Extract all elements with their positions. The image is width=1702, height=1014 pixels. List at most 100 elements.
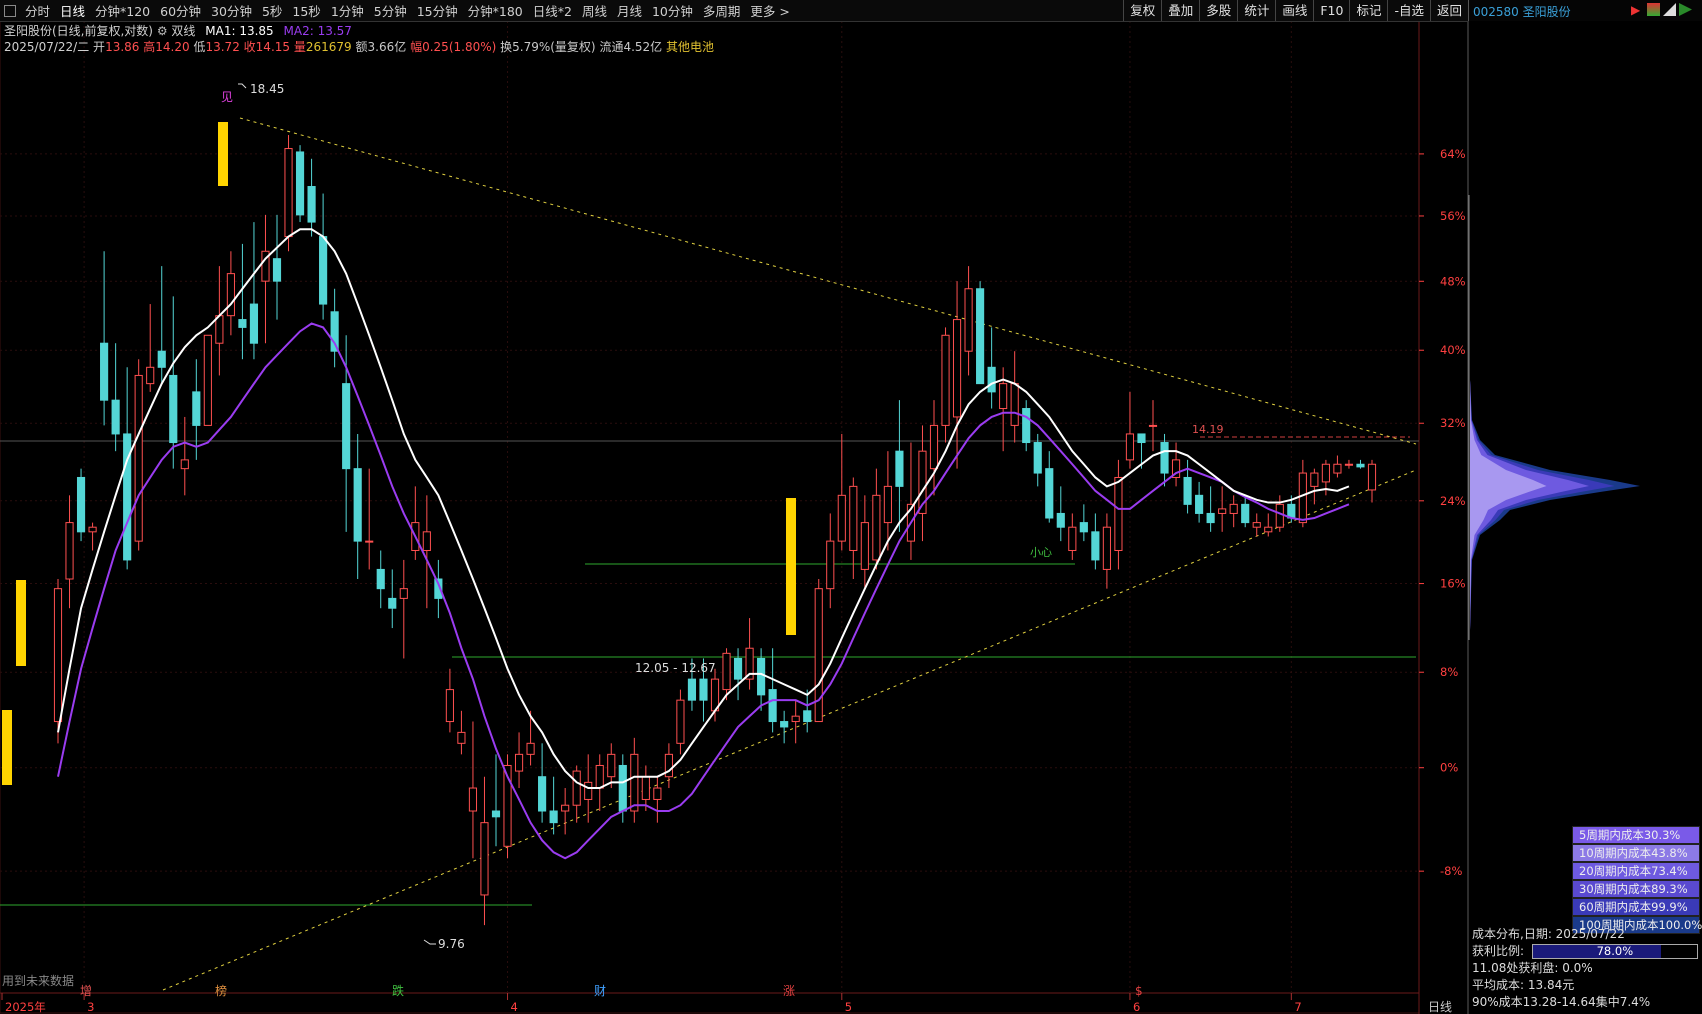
candle-body[interactable]	[1321, 463, 1330, 483]
toolbar-icon-square[interactable]	[4, 4, 16, 17]
toolbar-button-3[interactable]: 统计	[1237, 0, 1275, 21]
candle-body[interactable]	[1241, 503, 1250, 524]
candle-body[interactable]	[1183, 476, 1192, 505]
candle-body[interactable]	[76, 476, 86, 533]
candle-body[interactable]	[1356, 463, 1365, 468]
candle-body[interactable]	[307, 186, 316, 223]
candle-body[interactable]	[1344, 463, 1354, 466]
candle-body[interactable]	[803, 710, 812, 723]
candle-body[interactable]	[1125, 433, 1135, 461]
candle-body[interactable]	[929, 424, 939, 470]
tab-8[interactable]: 5分钟	[369, 1, 412, 20]
candle-body[interactable]	[1275, 503, 1284, 528]
candle-body[interactable]	[572, 770, 581, 806]
play-icon[interactable]	[1679, 3, 1692, 16]
tab-3[interactable]: 60分钟	[155, 1, 206, 20]
candle-body[interactable]	[687, 678, 697, 701]
ticker-box[interactable]: 002580 圣阳股份 ▶	[1468, 0, 1702, 21]
candle-body[interactable]	[468, 787, 478, 812]
candle-body[interactable]	[1033, 442, 1042, 474]
candle-body[interactable]	[976, 288, 985, 385]
candle-body[interactable]	[1091, 531, 1100, 561]
candle-body[interactable]	[791, 715, 800, 723]
tab-16[interactable]: 更多 >	[745, 1, 794, 20]
candle-body[interactable]	[1367, 463, 1377, 491]
candle-body[interactable]	[999, 383, 1008, 410]
event-marker[interactable]: 跌	[392, 983, 404, 998]
tab-0[interactable]: 分时	[20, 1, 55, 20]
candle-body[interactable]	[319, 236, 328, 305]
candle-body[interactable]	[342, 383, 351, 470]
toolbar-button-6[interactable]: 标记	[1349, 0, 1387, 21]
candle-body[interactable]	[1229, 503, 1238, 514]
candle-body[interactable]	[561, 804, 570, 812]
candle-body[interactable]	[1079, 522, 1088, 533]
tab-7[interactable]: 1分钟	[326, 1, 369, 20]
candle-body[interactable]	[757, 657, 766, 696]
candle-body[interactable]	[872, 494, 881, 561]
candle-body[interactable]	[226, 273, 235, 317]
candle-body[interactable]	[768, 689, 777, 723]
candle-body[interactable]	[860, 522, 869, 570]
tab-5[interactable]: 5秒	[257, 1, 287, 20]
candle-body[interactable]	[180, 459, 189, 470]
candle-body[interactable]	[584, 781, 593, 800]
candle-body[interactable]	[676, 699, 685, 744]
candle-body[interactable]	[1137, 433, 1146, 444]
candle-body[interactable]	[641, 776, 650, 800]
candle-body[interactable]	[146, 366, 155, 385]
tab-1[interactable]: 日线	[55, 1, 90, 20]
candle-body[interactable]	[249, 303, 259, 344]
tab-4[interactable]: 30分钟	[206, 1, 257, 20]
candle-body[interactable]	[215, 315, 224, 344]
tab-12[interactable]: 周线	[577, 1, 612, 20]
candle-body[interactable]	[722, 652, 731, 691]
candle-body[interactable]	[1022, 408, 1031, 444]
candle-body[interactable]	[1148, 424, 1158, 427]
candle-body[interactable]	[203, 334, 212, 426]
candle-body[interactable]	[399, 588, 408, 599]
candle-body[interactable]	[1195, 494, 1204, 514]
tab-15[interactable]: 多周期	[698, 1, 746, 20]
candle-body[interactable]	[353, 468, 362, 542]
candle-body[interactable]	[238, 319, 247, 328]
tab-13[interactable]: 月线	[612, 1, 647, 20]
event-marker[interactable]: 涨	[783, 983, 795, 998]
candle-body[interactable]	[964, 288, 973, 352]
tab-9[interactable]: 15分钟	[412, 1, 463, 20]
toolbar-button-4[interactable]: 画线	[1275, 0, 1313, 21]
event-marker[interactable]: 财	[594, 984, 606, 998]
candle-body[interactable]	[538, 776, 547, 812]
candle-body[interactable]	[53, 588, 63, 723]
candle-body[interactable]	[284, 148, 293, 238]
toolbar-button-7[interactable]: -自选	[1387, 0, 1430, 21]
candle-body[interactable]	[1252, 522, 1261, 528]
arrow-icon[interactable]	[1663, 3, 1676, 16]
candle-body[interactable]	[157, 350, 166, 368]
candle-body[interactable]	[491, 810, 501, 818]
toolbar-button-2[interactable]: 多股	[1199, 0, 1237, 21]
candle-body[interactable]	[65, 522, 74, 580]
event-marker[interactable]: 增	[80, 984, 92, 998]
candle-body[interactable]	[618, 764, 627, 812]
candle-body[interactable]	[1010, 383, 1019, 426]
candle-body[interactable]	[88, 526, 97, 533]
candle-body[interactable]	[987, 366, 996, 393]
indicator-name[interactable]: 双线	[171, 24, 195, 38]
indicator-icon[interactable]: ⚙	[157, 24, 168, 38]
candle-body[interactable]	[895, 450, 904, 487]
candle-body[interactable]	[1068, 526, 1077, 551]
candle-body[interactable]	[607, 753, 616, 778]
candle-body[interactable]	[837, 494, 846, 542]
candle-body[interactable]	[295, 151, 305, 216]
tab-2[interactable]: 分钟*120	[90, 1, 155, 20]
candle-body[interactable]	[826, 540, 835, 590]
tab-10[interactable]: 分钟*180	[463, 1, 528, 20]
candle-body[interactable]	[733, 657, 743, 680]
toolbar-button-5[interactable]: F10	[1313, 0, 1349, 21]
candle-body[interactable]	[941, 334, 950, 426]
candle-body[interactable]	[1218, 508, 1227, 514]
candle-body[interactable]	[883, 485, 892, 524]
event-marker[interactable]: 榜	[215, 983, 227, 998]
candle-body[interactable]	[272, 258, 282, 282]
